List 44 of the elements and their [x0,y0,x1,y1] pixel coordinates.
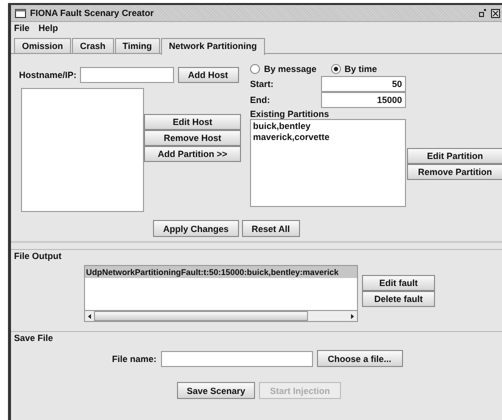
file-name-label: File name: [112,354,157,364]
list-item[interactable]: buick,bentley [253,121,403,132]
window-icon [15,8,26,18]
host-button[interactable]: Edit Host [144,114,241,130]
range-label: End: [250,95,271,105]
host-button[interactable]: Add Partition >> [144,146,241,162]
fault-button[interactable]: Edit fault [362,275,435,291]
tab[interactable]: Timing [114,38,160,53]
list-item[interactable]: maverick,corvette [253,132,403,143]
number-field[interactable]: 50 [320,76,406,92]
existing-partitions-label: Existing Partitions [250,109,330,119]
radio-label[interactable]: By time [344,64,378,74]
action-button[interactable]: Reset All [242,220,300,237]
hostname-label: Hostname/IP: [19,70,77,80]
radio-button[interactable] [250,64,260,74]
menu-item[interactable]: Help [38,23,58,36]
section-title: File Output [14,251,62,261]
host-list[interactable] [21,88,144,212]
partition-list[interactable]: buick,bentley maverick,corvette [250,119,406,207]
tab[interactable]: Omission [14,38,72,53]
menu-item[interactable]: File [14,23,30,36]
horizontal-scrollbar[interactable] [85,310,357,321]
choose-file-button[interactable]: Choose a file... [316,350,403,367]
close-icon[interactable] [491,8,500,18]
tab[interactable]: Crash [72,38,114,53]
radio-label[interactable]: By message [264,64,317,74]
radio-button[interactable] [330,64,341,74]
number-field[interactable]: 15000 [320,92,406,108]
partition-button[interactable]: Edit Partition [407,148,502,164]
add-host-button[interactable]: Add Host [178,67,239,83]
list-item[interactable]: UdpNetworkPartitioningFault:t:50:15000:buick,bentley:maverick [85,266,357,278]
action-button[interactable]: Apply Changes [153,220,239,237]
window-title: FIONA Fault Scenary Creator [30,8,154,18]
partition-button[interactable]: Remove Partition [407,164,502,180]
scrollbar-thumb[interactable] [94,311,308,321]
fault-list[interactable]: UdpNetworkPartitioningFault:t:50:15000:buick,bentley:maverick [84,265,358,322]
save-button[interactable]: Save Scenary [177,382,255,399]
range-label: Start: [250,79,275,89]
section-title: Save File [14,333,54,343]
host-button[interactable]: Remove Host [144,130,241,146]
hostname-field[interactable] [80,67,174,83]
fault-button[interactable]: Delete fault [362,291,435,307]
tab[interactable]: Network Partitioning [160,38,265,55]
file-name-field[interactable] [160,350,313,366]
